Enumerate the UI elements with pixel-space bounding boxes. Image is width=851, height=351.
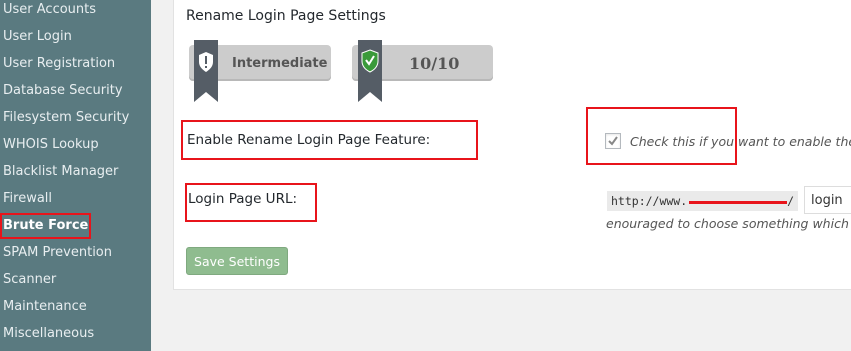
sidebar-item-filesystem-security[interactable]: Filesystem Security: [0, 108, 151, 135]
sidebar-item-spam-prevention[interactable]: SPAM Prevention: [0, 243, 151, 270]
save-settings-button[interactable]: Save Settings: [186, 247, 288, 275]
sidebar-item-user-registration[interactable]: User Registration: [0, 54, 151, 81]
sidebar-item-database-security[interactable]: Database Security: [0, 81, 151, 108]
shield-check-ribbon-icon: [358, 40, 382, 102]
enable-feature-checkbox[interactable]: [605, 133, 621, 149]
sidebar-item-user-login[interactable]: User Login: [0, 27, 151, 54]
enable-feature-label: Enable Rename Login Page Feature:: [187, 132, 431, 148]
sidebar-item-firewall[interactable]: Firewall: [0, 189, 151, 216]
level-badge-label: Intermediate: [232, 56, 328, 71]
sidebar-item-blacklist-manager[interactable]: Blacklist Manager: [0, 162, 151, 189]
checkmark-icon: [608, 136, 618, 146]
sidebar-item-brute-force[interactable]: Brute Force: [0, 216, 151, 243]
site-url-prefix: http://www. /: [607, 191, 799, 211]
login-url-description: enouraged to choose something which is h…: [606, 216, 851, 231]
admin-sidebar: User Accounts User Login User Registrati…: [0, 0, 151, 351]
sidebar-item-miscellaneous[interactable]: Miscellaneous: [0, 324, 151, 351]
login-url-label: Login Page URL:: [188, 191, 298, 207]
login-slug-input[interactable]: [804, 186, 851, 214]
sidebar-item-scanner[interactable]: Scanner: [0, 270, 151, 297]
section-title: Rename Login Page Settings: [186, 8, 386, 24]
sidebar-item-maintenance[interactable]: Maintenance: [0, 297, 151, 324]
site-url-slash: /: [787, 194, 795, 208]
warning-ribbon-icon: [194, 40, 218, 102]
sidebar-item-user-accounts[interactable]: User Accounts: [0, 0, 151, 27]
enable-feature-description: Check this if you want to enable the ren: [630, 134, 851, 149]
score-badge-label: 10/10: [409, 54, 460, 73]
site-url-text: http://www.: [611, 194, 688, 208]
sidebar-item-whois-lookup[interactable]: WHOIS Lookup: [0, 135, 151, 162]
redacted-domain: [687, 196, 788, 208]
